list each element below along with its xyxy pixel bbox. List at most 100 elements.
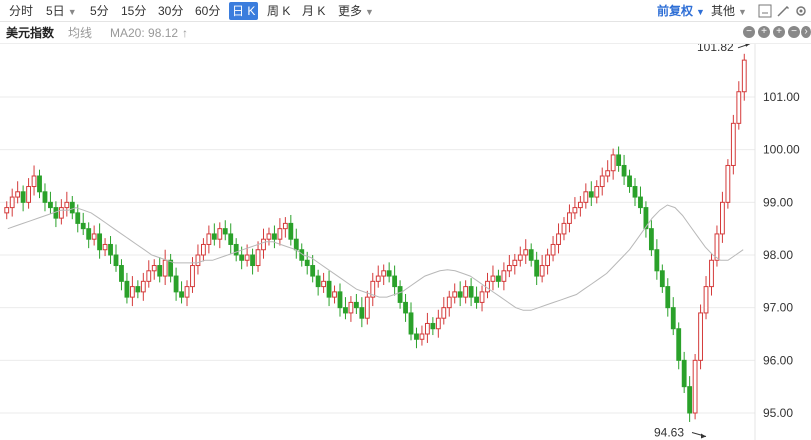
tab-label: 5分 xyxy=(90,4,109,18)
candle-body xyxy=(703,286,709,314)
candle-body xyxy=(75,212,81,224)
candle-body xyxy=(162,259,168,277)
candle-body xyxy=(304,259,310,267)
indicator-bar: 美元指数 均线 MA20: 98.12 ↑ − + + − › xyxy=(0,22,811,44)
tab-label: 60分 xyxy=(195,4,221,18)
candle-body xyxy=(501,270,507,282)
chevron-down-icon: ▼ xyxy=(67,7,77,17)
candle-body xyxy=(736,91,742,124)
period-toolbar: 分时 5日 ▼ 5分 15分 30分 60分日 K周 K月 K 更多 ▼ 前复权 ▼ 其他 ▼ xyxy=(0,0,811,22)
adjust-dropdown[interactable]: 前复权 ▼ xyxy=(657,2,705,20)
candle-body xyxy=(474,296,479,303)
ma20-arrow-icon: ↑ xyxy=(182,26,188,40)
candle-body xyxy=(550,243,556,256)
candle-body xyxy=(730,122,736,166)
candle-body xyxy=(414,333,419,340)
tab-3[interactable]: 15分 xyxy=(121,2,146,20)
more-circle-icon[interactable]: › xyxy=(801,26,811,38)
candle-body xyxy=(403,301,408,314)
candle-body xyxy=(266,233,272,240)
other-dropdown[interactable]: 其他 ▼ xyxy=(711,2,747,20)
candle-body xyxy=(157,265,163,277)
candle-body xyxy=(321,280,327,288)
candle-body xyxy=(648,228,654,251)
add-circle-icon[interactable]: + xyxy=(758,26,770,38)
candle-body xyxy=(512,259,518,267)
tab-5[interactable]: 60分 xyxy=(195,2,220,20)
candle-body xyxy=(681,359,687,388)
candle-body xyxy=(255,249,261,267)
settings-icon[interactable] xyxy=(794,4,808,18)
candle-body xyxy=(364,296,370,319)
tab-label: 5日 xyxy=(46,4,65,18)
candle-body xyxy=(113,254,119,267)
candle-body xyxy=(408,312,414,335)
candle-body xyxy=(725,164,731,203)
y-tick-label: 99.00 xyxy=(763,195,793,209)
candle-body xyxy=(534,259,540,277)
candle-body xyxy=(441,307,447,319)
candle-body xyxy=(496,275,501,282)
candle-body xyxy=(616,154,622,166)
adjust-label: 前复权 xyxy=(657,4,694,18)
candle-body xyxy=(69,201,75,214)
candle-body xyxy=(108,243,113,256)
candle-body xyxy=(179,291,184,298)
candle-body xyxy=(435,317,441,330)
tab-4[interactable]: 30分 xyxy=(158,2,183,20)
candle-body xyxy=(9,196,15,209)
draw-icon[interactable] xyxy=(776,4,790,18)
candle-body xyxy=(282,222,288,230)
candle-body xyxy=(332,291,337,298)
zoom-out-icon[interactable]: − xyxy=(788,26,800,38)
ma20-value: MA20: 98.12 xyxy=(110,26,179,40)
candle-body xyxy=(48,201,53,209)
candle-body xyxy=(233,243,239,256)
candle-body xyxy=(599,175,605,188)
candle-body xyxy=(419,333,425,340)
tab-label: 更多 xyxy=(338,4,363,18)
candle-body xyxy=(523,249,529,256)
candle-body xyxy=(621,164,627,177)
candle-body xyxy=(168,259,174,277)
candle-body xyxy=(517,254,523,261)
tab-label: 分时 xyxy=(9,4,34,18)
candle-body xyxy=(315,275,321,288)
candle-body xyxy=(397,286,403,303)
candle-body xyxy=(343,307,348,314)
candle-body xyxy=(654,249,660,272)
chevron-down-icon: ▼ xyxy=(738,7,747,17)
candle-body xyxy=(594,186,600,198)
y-tick-label: 97.00 xyxy=(763,301,793,315)
close-circle-icon[interactable]: − xyxy=(743,26,755,38)
candle-body xyxy=(119,265,124,282)
candle-body xyxy=(692,359,698,414)
candle-body xyxy=(577,201,583,209)
candle-body xyxy=(605,170,611,177)
candle-body xyxy=(42,191,48,203)
candle-body xyxy=(211,233,217,240)
y-tick-label: 95.00 xyxy=(763,406,793,420)
tab-7[interactable]: 周 K xyxy=(267,2,290,20)
candle-body xyxy=(129,286,135,298)
kline-chart[interactable]: 95.00 96.00 97.00 98.00 99.00 100.00 101.00 101… xyxy=(0,44,811,440)
candle-body xyxy=(632,186,638,198)
candle-body xyxy=(200,243,206,256)
candle-body xyxy=(638,196,643,209)
candle-body xyxy=(392,275,398,288)
candle-body xyxy=(217,228,223,240)
chevron-down-icon: ▼ xyxy=(365,7,374,17)
min-price-label: 94.63 xyxy=(654,425,684,439)
tab-1[interactable]: 5日 ▼ xyxy=(46,2,77,20)
y-tick-label: 100.00 xyxy=(763,143,800,157)
zoom-in-icon[interactable]: + xyxy=(773,26,785,38)
tab-2[interactable]: 5分 xyxy=(90,2,109,20)
candle-body xyxy=(272,233,277,240)
minimize-icon[interactable] xyxy=(758,4,772,18)
candle-body xyxy=(506,265,512,272)
tab-0[interactable]: 分时 xyxy=(9,2,33,20)
tab-label: 月 K xyxy=(302,4,326,18)
tab-8[interactable]: 月 K xyxy=(302,2,325,20)
tab-9[interactable]: 更多 ▼ xyxy=(338,2,374,20)
tab-6[interactable]: 日 K xyxy=(229,2,259,20)
